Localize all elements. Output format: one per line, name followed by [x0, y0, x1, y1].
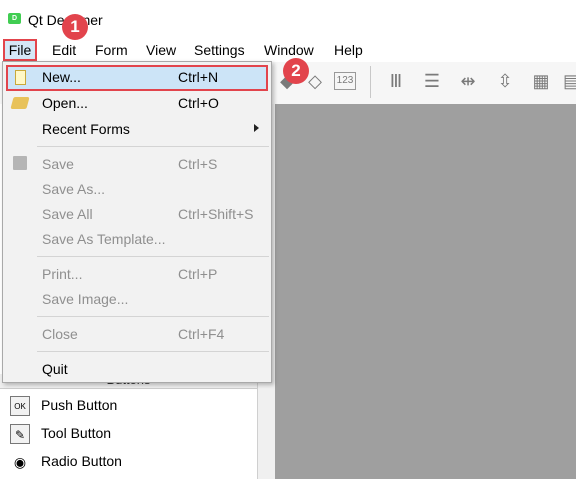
menu-item-shortcut: Ctrl+N — [178, 69, 219, 85]
step-badge-2: 2 — [283, 58, 309, 84]
menu-settings[interactable]: Settings — [194, 40, 245, 60]
app-icon: D — [8, 13, 21, 24]
menu-separator — [37, 351, 269, 352]
save-icon — [13, 156, 27, 170]
menu-separator — [37, 256, 269, 257]
menu-item-label: Print... — [42, 266, 83, 282]
toolbar-separator — [370, 66, 371, 98]
menu-item-recent-forms[interactable]: Recent Forms — [6, 117, 268, 143]
menu-form[interactable]: Form — [95, 40, 128, 60]
menu-view[interactable]: View — [146, 40, 176, 60]
menu-item-shortcut: Ctrl+O — [178, 95, 219, 111]
menu-item-label: Recent Forms — [42, 121, 130, 137]
tab-order-icon[interactable]: 123 — [334, 72, 356, 90]
menu-item-label: Save Image... — [42, 291, 129, 307]
menu-item-new[interactable]: New... Ctrl+N — [6, 65, 268, 91]
radio-button-icon: ◉ — [13, 454, 27, 470]
mdi-workspace[interactable] — [275, 104, 576, 479]
menu-item-label: Close — [42, 326, 78, 342]
menu-separator — [37, 146, 269, 147]
new-file-icon — [15, 70, 26, 85]
menu-item-print[interactable]: Print... Ctrl+P — [6, 262, 268, 288]
menu-item-shortcut: Ctrl+S — [178, 156, 218, 172]
menu-item-label: Save — [42, 156, 74, 172]
layout-grid-icon[interactable]: ▦ — [530, 70, 552, 92]
file-menu: New... Ctrl+N Open... Ctrl+O Recent Form… — [2, 61, 272, 383]
menu-item-label: Save As Template... — [42, 231, 166, 247]
submenu-arrow-icon — [254, 124, 259, 132]
tool-button-icon: ✎ — [10, 424, 30, 444]
menu-item-save-as-template[interactable]: Save As Template... — [6, 227, 268, 253]
menu-item-shortcut: Ctrl+P — [178, 266, 218, 282]
menu-item-label: Save All — [42, 206, 93, 222]
menu-separator — [37, 316, 269, 317]
layout-splitter-h-icon[interactable]: ⇹ — [457, 70, 479, 92]
menu-edit[interactable]: Edit — [52, 40, 76, 60]
menu-item-save-image[interactable]: Save Image... — [6, 287, 268, 313]
menu-item-quit[interactable]: Quit — [6, 357, 268, 383]
open-folder-icon — [10, 97, 30, 109]
widget-label: Push Button — [41, 397, 118, 413]
menu-window[interactable]: Window — [264, 40, 314, 60]
push-button-icon: OK — [10, 396, 30, 416]
layout-horizontal-icon[interactable]: Ⅲ — [385, 70, 407, 92]
menu-item-open[interactable]: Open... Ctrl+O — [6, 91, 268, 117]
menu-item-close[interactable]: Close Ctrl+F4 — [6, 322, 268, 348]
menu-item-save-as[interactable]: Save As... — [6, 177, 268, 203]
menu-item-label: Open... — [42, 95, 88, 111]
menu-item-save-all[interactable]: Save All Ctrl+Shift+S — [6, 202, 268, 228]
widget-label: Radio Button — [41, 453, 122, 469]
layout-vertical-icon[interactable]: ☰ — [421, 70, 443, 92]
menu-item-label: Quit — [42, 361, 68, 377]
step-badge-1: 1 — [62, 14, 88, 40]
menu-help[interactable]: Help — [334, 40, 363, 60]
menu-file[interactable]: File — [3, 39, 37, 61]
menu-item-shortcut: Ctrl+F4 — [178, 326, 225, 342]
layout-splitter-v-icon[interactable]: ⇳ — [494, 70, 516, 92]
menu-item-label: Save As... — [42, 181, 106, 197]
widget-label: Tool Button — [41, 425, 112, 441]
menu-item-save[interactable]: Save Ctrl+S — [6, 152, 268, 178]
layout-form-icon[interactable]: ▤ — [563, 70, 576, 92]
menu-item-label: New... — [42, 69, 81, 85]
menu-item-shortcut: Ctrl+Shift+S — [178, 206, 254, 222]
